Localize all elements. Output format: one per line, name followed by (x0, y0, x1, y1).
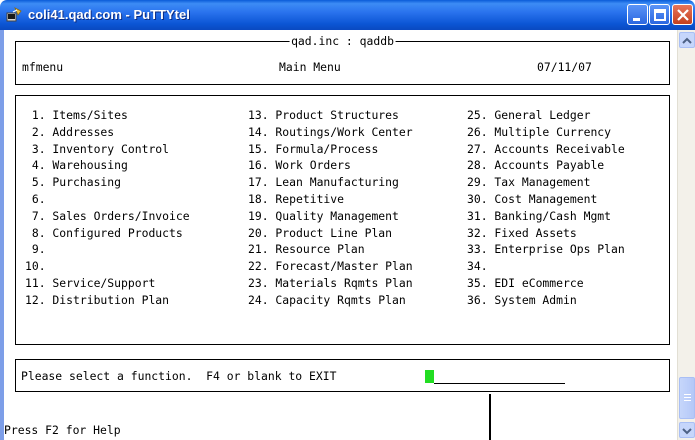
menu-title: Main Menu (279, 60, 341, 74)
menu-item-6[interactable]: 6. (25, 191, 190, 208)
maximize-button[interactable] (649, 4, 670, 25)
vertical-scrollbar[interactable] (677, 30, 695, 440)
menu-item-20[interactable]: 20. Product Line Plan (248, 225, 413, 242)
frame-title: qad.inc : qaddb (289, 34, 396, 48)
maximize-icon (654, 9, 666, 21)
help-status-line: Press F2 for Help (4, 423, 121, 437)
menu-item-25[interactable]: 25. General Ledger (467, 107, 625, 124)
menu-item-29[interactable]: 29. Tax Management (467, 174, 625, 191)
putty-app-icon[interactable] (6, 7, 22, 23)
menu-item-2[interactable]: 2. Addresses (25, 124, 190, 141)
menu-item-18[interactable]: 18. Repetitive (248, 191, 413, 208)
close-icon (677, 9, 689, 21)
menu-item-3[interactable]: 3. Inventory Control (25, 141, 190, 158)
menu-item-27[interactable]: 27. Accounts Receivable (467, 141, 625, 158)
prompt-frame: Please select a function. F4 or blank to… (15, 359, 670, 392)
window-title: coli41.qad.com - PuTTYtel (28, 7, 190, 22)
scroll-down-button[interactable] (679, 422, 695, 438)
grip-line (684, 400, 691, 401)
menu-item-23[interactable]: 23. Materials Rqmts Plan (248, 275, 413, 292)
menu-column-2: 13. Product Structures 14. Routings/Work… (248, 107, 413, 309)
program-name: mfmenu (22, 60, 64, 74)
menu-item-11[interactable]: 11. Service/Support (25, 275, 190, 292)
minimize-icon (633, 18, 640, 21)
menu-column-3: 25. General Ledger 26. Multiple Currency… (467, 107, 625, 309)
menu-item-21[interactable]: 21. Resource Plan (248, 241, 413, 258)
menu-item-15[interactable]: 15. Formula/Process (248, 141, 413, 158)
chevron-up-icon (682, 37, 692, 44)
header-frame: qad.inc : qaddb mfmenu Main Menu 07/11/0… (15, 34, 670, 85)
menu-item-10[interactable]: 10. (25, 258, 190, 275)
menu-item-34[interactable]: 34. (467, 258, 625, 275)
close-button[interactable] (672, 4, 693, 25)
menu-item-16[interactable]: 16. Work Orders (248, 157, 413, 174)
main-menu-frame: 1. Items/Sites 2. Addresses 3. Inventory… (15, 95, 670, 345)
menu-item-36[interactable]: 36. System Admin (467, 292, 625, 309)
scroll-up-button[interactable] (679, 32, 695, 48)
function-input-field[interactable] (434, 383, 565, 384)
prompt-text: Please select a function. F4 or blank to… (21, 369, 337, 383)
menu-item-33[interactable]: 33. Enterprise Ops Plan (467, 241, 625, 258)
menu-item-31[interactable]: 31. Banking/Cash Mgmt (467, 208, 625, 225)
menu-item-7[interactable]: 7. Sales Orders/Invoice (25, 208, 190, 225)
minimize-button[interactable] (627, 4, 648, 25)
mouse-ibeam-pointer (489, 394, 491, 440)
menu-column-1: 1. Items/Sites 2. Addresses 3. Inventory… (25, 107, 190, 309)
menu-item-30[interactable]: 30. Cost Management (467, 191, 625, 208)
text-cursor (425, 370, 434, 383)
menu-item-12[interactable]: 12. Distribution Plan (25, 292, 190, 309)
menu-item-14[interactable]: 14. Routings/Work Center (248, 124, 413, 141)
menu-item-24[interactable]: 24. Capacity Rqmts Plan (248, 292, 413, 309)
terminal-screen[interactable]: qad.inc : qaddb mfmenu Main Menu 07/11/0… (4, 30, 677, 440)
window-titlebar[interactable]: coli41.qad.com - PuTTYtel (0, 0, 695, 30)
menu-item-32[interactable]: 32. Fixed Assets (467, 225, 625, 242)
date-display: 07/11/07 (537, 60, 592, 74)
menu-item-28[interactable]: 28. Accounts Payable (467, 157, 625, 174)
menu-item-19[interactable]: 19. Quality Management (248, 208, 413, 225)
menu-item-26[interactable]: 26. Multiple Currency (467, 124, 625, 141)
menu-item-17[interactable]: 17. Lean Manufacturing (248, 174, 413, 191)
menu-item-13[interactable]: 13. Product Structures (248, 107, 413, 124)
menu-item-35[interactable]: 35. EDI eCommerce (467, 275, 625, 292)
grip-line (684, 394, 691, 395)
scroll-thumb[interactable] (679, 377, 695, 419)
chevron-down-icon (682, 428, 692, 435)
menu-item-22[interactable]: 22. Forecast/Master Plan (248, 258, 413, 275)
grip-line (684, 397, 691, 398)
menu-item-1[interactable]: 1. Items/Sites (25, 107, 190, 124)
menu-item-5[interactable]: 5. Purchasing (25, 174, 190, 191)
menu-item-9[interactable]: 9. (25, 241, 190, 258)
menu-item-8[interactable]: 8. Configured Products (25, 225, 190, 242)
menu-item-4[interactable]: 4. Warehousing (25, 157, 190, 174)
